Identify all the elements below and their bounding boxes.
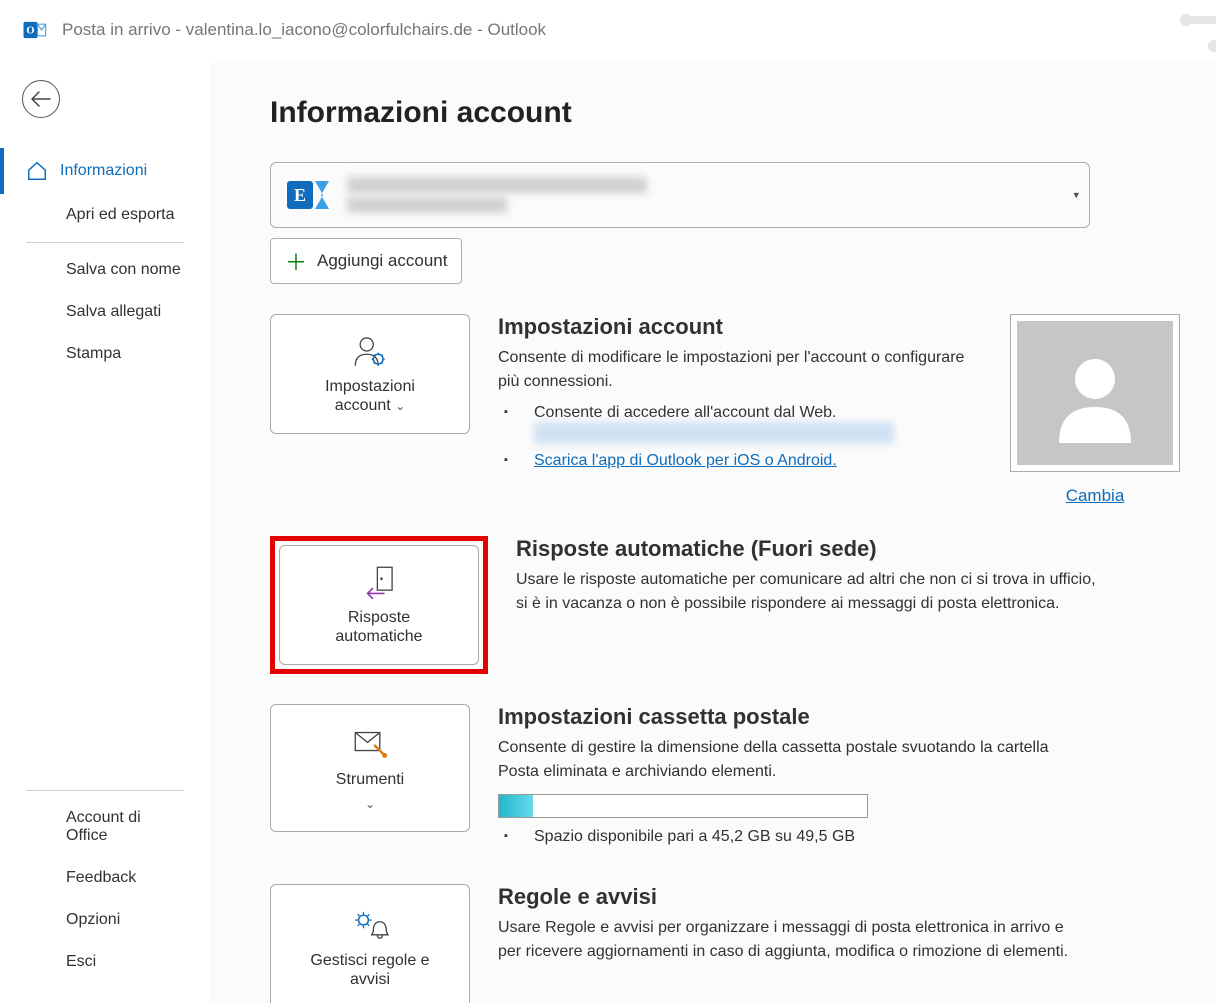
nav-stampa[interactable]: Stampa <box>0 333 210 375</box>
account-info-redacted <box>347 173 1075 217</box>
button-label: Strumenti <box>336 771 404 788</box>
window-title: Posta in arrivo - valentina.lo_iacono@co… <box>62 20 546 40</box>
nav-esci[interactable]: Esci <box>0 941 210 983</box>
add-account-button[interactable]: ＋ Aggiungi account <box>270 238 462 284</box>
svg-text:E: E <box>294 185 306 205</box>
home-icon <box>26 160 48 182</box>
person-gear-icon <box>350 333 390 369</box>
section-title: Risposte automatiche (Fuori sede) <box>516 536 1106 562</box>
section-desc: Usare Regole e avvisi per organizzare i … <box>498 916 1088 964</box>
svg-text:O: O <box>26 26 34 37</box>
section-title: Impostazioni cassetta postale <box>498 704 1088 730</box>
nav-label: Opzioni <box>66 911 120 929</box>
nav-account-office[interactable]: Account di Office <box>0 797 210 857</box>
auto-replies-button[interactable]: Risposte automatiche <box>279 545 479 665</box>
mailbox-usage-fill <box>499 795 533 817</box>
section-title: Impostazioni account <box>498 314 970 340</box>
account-selector[interactable]: E ▾ <box>270 162 1090 228</box>
exchange-icon: E <box>285 173 333 217</box>
button-line1: Risposte <box>348 609 410 626</box>
plus-icon: ＋ <box>285 245 307 277</box>
button-line1: Gestisci regole e <box>310 952 429 969</box>
section-title: Regole e avvisi <box>498 884 1088 910</box>
button-line2: avvisi <box>350 971 390 988</box>
change-photo-link[interactable]: Cambia <box>1066 486 1125 506</box>
profile-picture <box>1010 314 1180 472</box>
mailbox-space-text: Spazio disponibile pari a 45,2 GB su 49,… <box>498 828 1088 846</box>
account-settings-button[interactable]: Impostazioni account ⌄ <box>270 314 470 434</box>
download-app-link[interactable]: Scarica l'app di Outlook per iOS o Andro… <box>534 452 837 469</box>
button-line2: account <box>335 397 391 414</box>
watermark-icon <box>1166 0 1216 80</box>
arrow-left-icon <box>31 91 51 107</box>
main-content: Informazioni account E ▾ ＋ Aggiungi acco… <box>210 60 1216 1003</box>
section-desc: Consente di modificare le impostazioni p… <box>498 346 970 394</box>
envelope-brush-icon <box>350 726 390 762</box>
button-line2: automatiche <box>335 628 422 645</box>
nav-label: Salva allegati <box>66 303 161 321</box>
person-placeholder-icon <box>1045 343 1145 443</box>
page-title: Informazioni account <box>270 96 1180 130</box>
nav-salva-nome[interactable]: Salva con nome <box>0 249 210 291</box>
tools-button[interactable]: Strumenti ⌄ <box>270 704 470 832</box>
door-arrow-icon <box>359 564 399 600</box>
highlight-frame: Risposte automatiche <box>270 536 488 674</box>
nav-label: Feedback <box>66 869 136 887</box>
nav-label: Esci <box>66 953 96 971</box>
nav-opzioni[interactable]: Opzioni <box>0 899 210 941</box>
redacted-link <box>534 422 894 444</box>
chevron-down-icon: ▾ <box>1073 189 1079 202</box>
nav-salva-allegati[interactable]: Salva allegati <box>0 291 210 333</box>
chevron-down-icon: ⌄ <box>365 797 375 811</box>
mailbox-usage-bar <box>498 794 868 818</box>
nav-label: Stampa <box>66 345 121 363</box>
separator <box>26 242 184 243</box>
separator <box>26 790 184 791</box>
nav-label: Salva con nome <box>66 261 181 279</box>
bullet-text: Consente di accedere all'account dal Web… <box>534 404 837 421</box>
section-desc: Consente di gestire la dimensione della … <box>498 736 1088 784</box>
gear-bell-icon <box>350 907 390 943</box>
title-bar: O Posta in arrivo - valentina.lo_iacono@… <box>0 0 1216 60</box>
nav-label: Account di Office <box>66 809 186 845</box>
add-account-label: Aggiungi account <box>317 251 447 271</box>
back-button[interactable] <box>22 80 60 118</box>
nav-label: Informazioni <box>60 162 147 180</box>
nav-informazioni[interactable]: Informazioni <box>0 148 210 194</box>
section-desc: Usare le risposte automatiche per comuni… <box>516 568 1106 616</box>
nav-label: Apri ed esporta <box>66 206 175 224</box>
nav-feedback[interactable]: Feedback <box>0 857 210 899</box>
chevron-down-icon: ⌄ <box>395 399 405 413</box>
outlook-logo-icon: O <box>20 16 48 44</box>
button-line1: Impostazioni <box>325 378 415 395</box>
sidebar: Informazioni Apri ed esporta Salva con n… <box>0 60 210 1003</box>
manage-rules-button[interactable]: Gestisci regole e avvisi <box>270 884 470 1003</box>
nav-apri-esporta[interactable]: Apri ed esporta <box>0 194 210 236</box>
